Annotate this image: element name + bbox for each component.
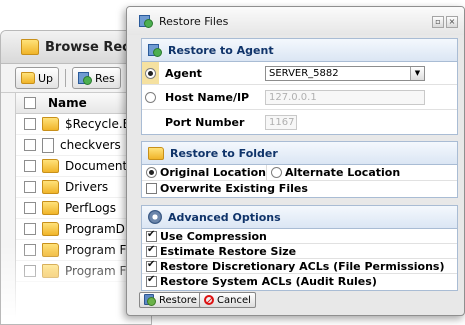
location-row: Original Location Alternate Location bbox=[142, 165, 457, 181]
port-input[interactable]: 1167 bbox=[265, 114, 297, 130]
restore-to-folder-panel: Restore to Folder Original Location Alte… bbox=[141, 141, 458, 198]
agent-icon bbox=[148, 43, 162, 57]
restore-button[interactable]: Restore bbox=[139, 292, 202, 308]
folder-panel-header: Restore to Folder bbox=[142, 142, 457, 165]
folder-icon bbox=[42, 159, 59, 173]
use-compression-label: Use Compression bbox=[160, 229, 267, 243]
advanced-panel-header: Advanced Options bbox=[142, 206, 457, 229]
row-checkbox[interactable] bbox=[24, 118, 36, 130]
row-checkbox[interactable] bbox=[24, 181, 36, 193]
agent-panel-header: Restore to Agent bbox=[142, 39, 457, 62]
row-checkbox[interactable] bbox=[24, 139, 36, 151]
row-checkbox[interactable] bbox=[24, 223, 36, 235]
folder-icon bbox=[42, 264, 59, 278]
item-name: Document bbox=[65, 159, 128, 173]
browse-folder-icon bbox=[21, 39, 39, 55]
port-placeholder: 1167 bbox=[269, 116, 295, 128]
restore-window-icon[interactable]: ▫ bbox=[432, 16, 444, 28]
item-name: ProgramD bbox=[65, 222, 125, 236]
host-input[interactable]: 127.0.0.1 bbox=[265, 89, 425, 105]
folder-icon bbox=[148, 146, 164, 160]
folder-icon bbox=[42, 243, 59, 257]
option-row-compression[interactable]: Use Compression bbox=[142, 229, 457, 244]
advanced-panel-heading: Advanced Options bbox=[168, 210, 281, 224]
alternate-location-radio[interactable] bbox=[271, 167, 282, 178]
toolbar-divider bbox=[65, 69, 67, 87]
item-name: Program F bbox=[65, 264, 127, 278]
item-name: Program F bbox=[65, 243, 127, 257]
chevron-down-icon[interactable]: ▼ bbox=[410, 66, 424, 80]
host-placeholder: 127.0.0.1 bbox=[269, 91, 317, 103]
restore-button-label: Restore bbox=[159, 294, 197, 306]
dialog-title: Restore Files bbox=[159, 14, 229, 28]
dialog-title-bar[interactable]: Restore Files ▫ × bbox=[127, 7, 464, 35]
overwrite-checkbox[interactable] bbox=[146, 183, 157, 194]
estimate-size-checkbox[interactable] bbox=[146, 244, 157, 257]
system-acls-checkbox[interactable] bbox=[146, 274, 157, 287]
agent-panel-heading: Restore to Agent bbox=[168, 43, 274, 57]
advanced-options-panel: Advanced Options Use Compression Estimat… bbox=[141, 205, 458, 291]
row-checkbox[interactable] bbox=[24, 265, 36, 277]
host-label: Host Name/IP bbox=[165, 90, 250, 104]
original-location-option[interactable]: Original Location bbox=[142, 165, 267, 180]
cancel-button[interactable]: Cancel bbox=[199, 292, 256, 308]
row-checkbox[interactable] bbox=[24, 244, 36, 256]
overwrite-row[interactable]: Overwrite Existing Files bbox=[142, 181, 457, 196]
use-compression-checkbox[interactable] bbox=[146, 229, 157, 242]
folder-icon bbox=[42, 201, 59, 215]
restore-to-agent-panel: Restore to Agent Agent SERVER_5882 ▼ Hos… bbox=[141, 38, 458, 135]
folder-icon bbox=[42, 222, 59, 236]
select-all-checkbox[interactable] bbox=[24, 97, 36, 109]
port-row: Port Number 1167 bbox=[142, 110, 457, 134]
port-label: Port Number bbox=[165, 115, 245, 129]
alternate-location-label: Alternate Location bbox=[285, 166, 401, 179]
browse-title: Browse Reco bbox=[45, 39, 139, 55]
file-icon bbox=[42, 137, 54, 153]
host-radio-cell bbox=[142, 91, 159, 103]
up-button[interactable]: Up bbox=[15, 67, 60, 89]
agent-select-value: SERVER_5882 bbox=[269, 67, 339, 79]
agent-select[interactable]: SERVER_5882 ▼ bbox=[265, 65, 425, 81]
restore-toolbar-label: Res bbox=[95, 71, 115, 85]
option-row-sacl[interactable]: Restore System ACLs (Audit Rules) bbox=[142, 274, 457, 288]
agent-row: Agent SERVER_5882 ▼ bbox=[142, 62, 457, 85]
discretionary-acls-checkbox[interactable] bbox=[146, 259, 157, 272]
estimate-size-label: Estimate Restore Size bbox=[160, 244, 297, 258]
restore-icon bbox=[78, 71, 93, 85]
up-icon bbox=[21, 72, 35, 84]
row-checkbox[interactable] bbox=[24, 160, 36, 172]
folder-icon bbox=[42, 180, 59, 194]
option-row-estimate[interactable]: Estimate Restore Size bbox=[142, 244, 457, 259]
folder-panel-heading: Restore to Folder bbox=[170, 146, 278, 160]
agent-label: Agent bbox=[165, 66, 202, 80]
restore-files-icon bbox=[139, 14, 153, 28]
window-controls: ▫ × bbox=[432, 16, 458, 28]
host-row: Host Name/IP 127.0.0.1 bbox=[142, 85, 457, 110]
cancel-icon bbox=[204, 295, 214, 305]
gear-icon bbox=[148, 210, 162, 224]
system-acls-label: Restore System ACLs (Audit Rules) bbox=[160, 274, 377, 288]
item-name: $Recycle.B bbox=[65, 117, 131, 131]
folder-icon bbox=[42, 117, 59, 131]
original-location-label: Original Location bbox=[160, 166, 266, 179]
row-checkbox[interactable] bbox=[24, 202, 36, 214]
restore-files-dialog: Restore Files ▫ × Restore to Agent Agent… bbox=[126, 6, 465, 316]
restore-icon bbox=[144, 294, 156, 306]
original-location-radio[interactable] bbox=[146, 167, 157, 178]
option-row-dacl[interactable]: Restore Discretionary ACLs (File Permiss… bbox=[142, 259, 457, 274]
discretionary-acls-label: Restore Discretionary ACLs (File Permiss… bbox=[160, 259, 445, 273]
restore-toolbar-button[interactable]: Res bbox=[72, 67, 121, 89]
agent-radio[interactable] bbox=[145, 67, 156, 79]
item-name: PerfLogs bbox=[65, 201, 117, 215]
host-radio[interactable] bbox=[145, 91, 156, 103]
agent-radio-cell bbox=[142, 62, 159, 84]
item-name: Drivers bbox=[65, 180, 109, 194]
item-name: checkvers bbox=[60, 138, 121, 152]
cancel-button-label: Cancel bbox=[217, 294, 251, 306]
close-icon[interactable]: × bbox=[446, 16, 458, 28]
name-column-header[interactable]: Name bbox=[48, 96, 87, 110]
overwrite-label: Overwrite Existing Files bbox=[160, 182, 308, 195]
up-label: Up bbox=[38, 71, 54, 85]
alternate-location-option[interactable]: Alternate Location bbox=[267, 166, 400, 179]
